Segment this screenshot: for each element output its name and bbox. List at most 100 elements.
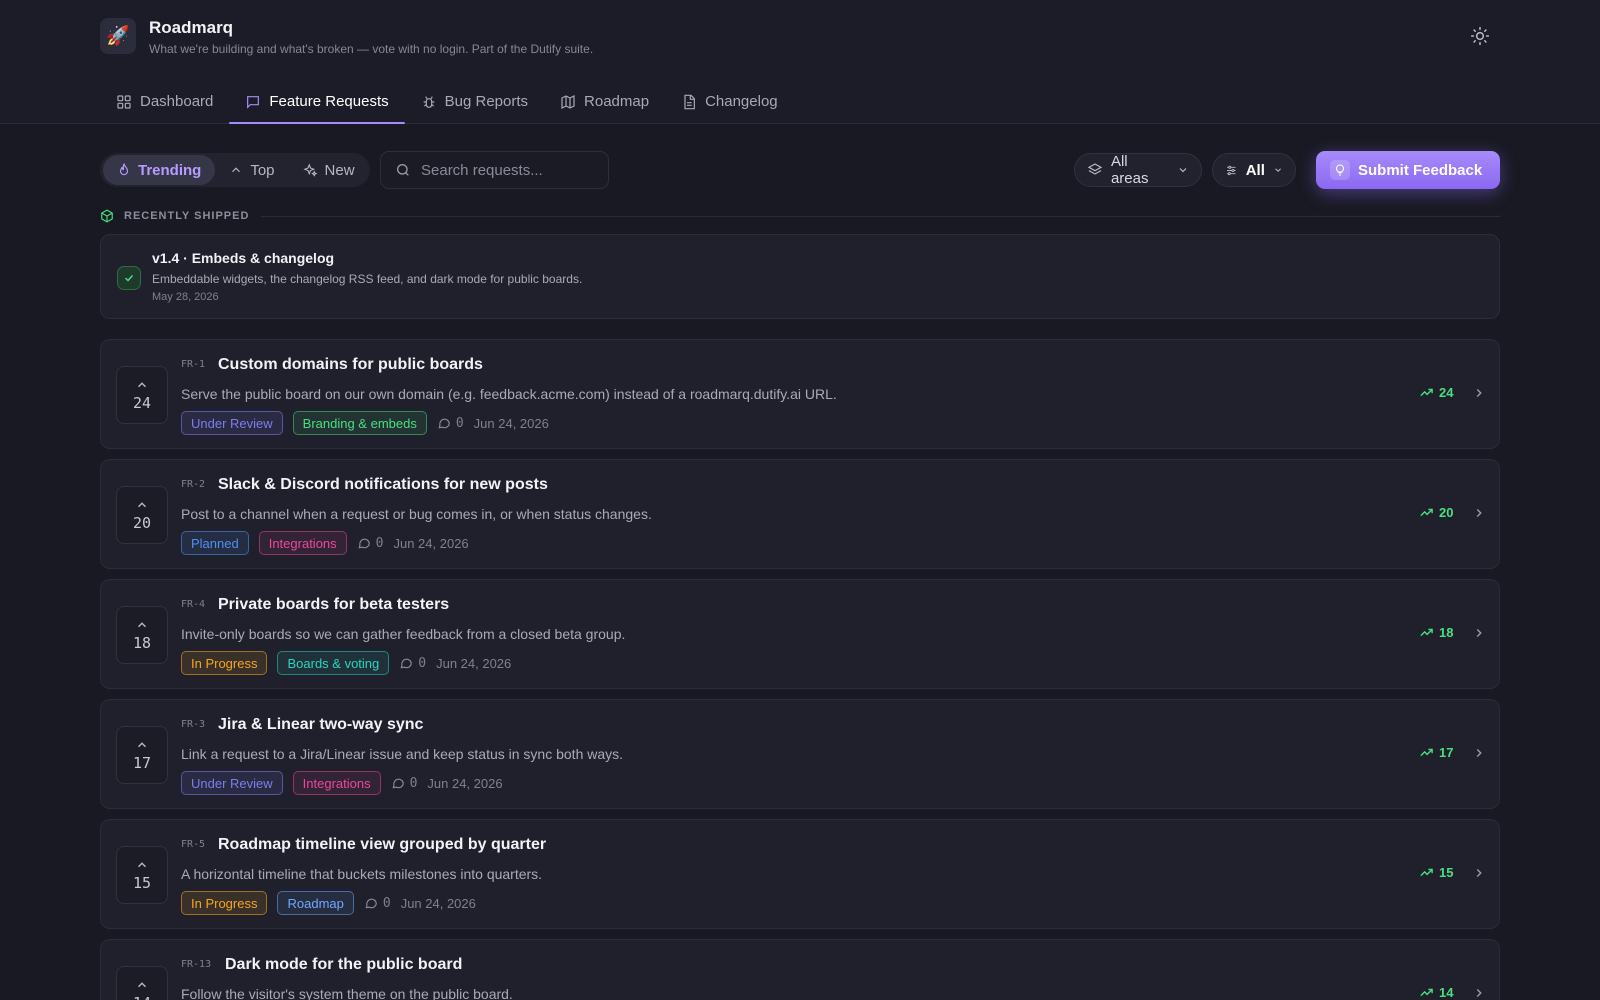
area-badge: Boards & voting <box>277 651 390 675</box>
upvote-button[interactable]: 15 <box>116 846 168 904</box>
theme-toggle-sun-icon[interactable] <box>1470 26 1490 46</box>
request-card[interactable]: 15 FR-5 Roadmap timeline view grouped by… <box>100 819 1500 929</box>
vote-count: 18 <box>132 634 152 652</box>
status-filter-dropdown[interactable]: All <box>1212 153 1296 187</box>
vote-count: 24 <box>132 394 152 412</box>
comment-count-value: 0 <box>375 535 384 551</box>
tab-changelog[interactable]: Changelog <box>665 80 794 123</box>
chevron-right-icon[interactable] <box>1472 506 1486 520</box>
layers-icon <box>1087 163 1103 175</box>
comment-count: 0 <box>357 535 384 551</box>
request-description: A horizontal timeline that buckets miles… <box>181 866 543 882</box>
request-card[interactable]: 20 FR-2 Slack & Discord notifications fo… <box>100 459 1500 569</box>
request-date: Jun 24, 2026 <box>436 655 512 671</box>
upvote-button[interactable]: 14 <box>116 966 168 1000</box>
request-card[interactable]: 18 FR-4 Private boards for beta testers … <box>100 579 1500 689</box>
upvote-button[interactable]: 24 <box>116 366 168 424</box>
chevron-down-icon <box>1179 168 1187 173</box>
chevron-up-icon <box>138 862 146 868</box>
request-card[interactable]: 14 FR-13 Dark mode for the public board … <box>100 939 1500 1000</box>
area-badge: Branding & embeds <box>292 411 427 435</box>
search-placeholder: Search requests... <box>421 161 543 179</box>
upvote-button[interactable]: 18 <box>116 606 168 664</box>
chevron-right-icon[interactable] <box>1472 746 1486 760</box>
request-date: Jun 24, 2026 <box>393 535 469 551</box>
brand: 🚀 Roadmarq What we're building and what'… <box>100 18 593 56</box>
request-card[interactable]: 24 FR-1 Custom domains for public boards… <box>100 339 1500 449</box>
sparkles-icon <box>302 162 317 177</box>
chevron-right-icon[interactable] <box>1472 626 1486 640</box>
sort-new-button[interactable]: New <box>289 155 369 185</box>
comment-icon <box>358 538 370 549</box>
trend-value: 20 <box>1439 505 1454 520</box>
app-name: Roadmarq <box>149 18 234 37</box>
request-title[interactable]: Dark mode for the public board <box>225 956 462 974</box>
request-title[interactable]: Private boards for beta testers <box>218 596 449 614</box>
sort-trending-button[interactable]: Trending <box>103 155 216 185</box>
shipped-release-card[interactable]: v1.4 · Embeds & changelog Embeddable wid… <box>100 234 1500 319</box>
comment-count: 0 <box>364 896 391 911</box>
submit-feedback-label: Submit Feedback <box>1358 161 1483 179</box>
sort-top-button[interactable]: Top <box>215 155 288 185</box>
app-header: 🚀 Roadmarq What we're building and what'… <box>0 0 1600 124</box>
tab-label: Changelog <box>705 93 778 110</box>
app-tagline: What we're building and what's broken — … <box>149 42 594 56</box>
comment-count-value: 0 <box>455 415 464 431</box>
chevron-right-icon[interactable] <box>1472 386 1486 400</box>
map-icon <box>561 94 575 109</box>
request-card[interactable]: 17 FR-3 Jira & Linear two-way sync Link … <box>100 699 1500 809</box>
sliders-icon <box>1227 165 1236 175</box>
chevron-up-icon <box>232 167 241 173</box>
request-id: FR-2 <box>181 479 206 490</box>
comment-icon <box>365 898 377 909</box>
submit-feedback-button[interactable]: Submit Feedback <box>1316 151 1500 189</box>
comment-icon <box>392 778 404 789</box>
area-filter-dropdown[interactable]: All areas <box>1074 153 1202 187</box>
request-description: Follow the visitor's system theme on the… <box>181 986 513 1000</box>
request-title[interactable]: Jira & Linear two-way sync <box>218 716 423 734</box>
trend-value: 18 <box>1439 625 1454 640</box>
comment-count: 0 <box>391 775 418 791</box>
sort-trending-label: Trending <box>138 161 202 179</box>
upvote-button[interactable]: 20 <box>116 486 168 544</box>
rocket-icon: 🚀 <box>100 18 136 54</box>
chevron-up-icon <box>138 502 146 508</box>
status-badge: Planned <box>181 531 249 555</box>
tab-label: Feature Requests <box>269 93 389 110</box>
trend-value: 24 <box>1439 385 1454 400</box>
comment-count: 0 <box>437 416 464 431</box>
tab-feature-requests[interactable]: Feature Requests <box>229 80 405 124</box>
search-icon <box>397 164 409 176</box>
area-badge: Integrations <box>292 771 381 795</box>
trend-indicator: 20 <box>1419 505 1453 520</box>
tab-bug-reports[interactable]: Bug Reports <box>405 80 544 123</box>
status-badge: In Progress <box>181 651 268 675</box>
request-description: Post to a channel when a request or bug … <box>181 506 652 522</box>
sort-top-label: Top <box>250 161 275 179</box>
tab-roadmap[interactable]: Roadmap <box>544 80 665 123</box>
chevron-up-icon <box>138 382 146 388</box>
chevron-right-icon[interactable] <box>1472 866 1486 880</box>
tab-dashboard[interactable]: Dashboard <box>100 80 229 123</box>
release-date: May 28, 2026 <box>152 291 219 303</box>
comment-count-value: 0 <box>382 895 391 911</box>
message-square-icon <box>247 95 260 109</box>
toolbar: Trending Top New Search requests... All … <box>100 151 1500 191</box>
comment-count-value: 0 <box>409 775 418 791</box>
request-title[interactable]: Custom domains for public boards <box>218 356 483 374</box>
vote-count: 20 <box>132 514 152 532</box>
comment-count: 0 <box>399 656 426 671</box>
request-title[interactable]: Roadmap timeline view grouped by quarter <box>218 836 546 854</box>
request-meta: Under Review Integrations 0 Jun 24, 2026 <box>181 771 503 795</box>
upvote-button[interactable]: 17 <box>116 726 168 784</box>
chevron-right-icon[interactable] <box>1472 986 1486 1000</box>
trending-up-icon <box>1420 868 1433 877</box>
search-input[interactable]: Search requests... <box>380 151 609 189</box>
request-title[interactable]: Slack & Discord notifications for new po… <box>218 476 548 494</box>
tab-label: Roadmap <box>584 93 650 110</box>
trend-indicator: 24 <box>1419 385 1453 400</box>
status-badge: Under Review <box>181 411 283 435</box>
request-description: Invite-only boards so we can gather feed… <box>181 626 626 642</box>
request-date: Jun 24, 2026 <box>427 775 503 791</box>
request-date: Jun 24, 2026 <box>400 895 476 911</box>
